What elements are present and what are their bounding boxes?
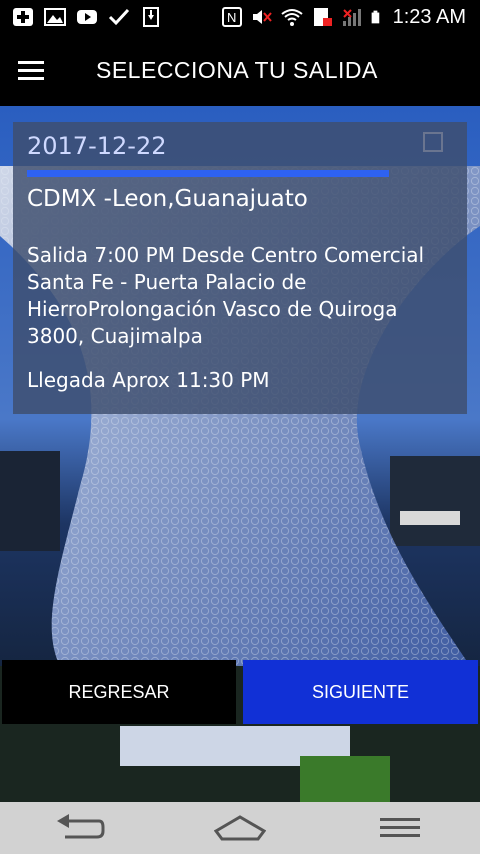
back-button[interactable]: REGRESAR	[2, 660, 236, 724]
svg-text:N: N	[227, 10, 236, 25]
page-title: SELECCIONA TU SALIDA	[96, 56, 378, 83]
signal-icon	[342, 9, 361, 26]
clock: 1:23 AM	[392, 5, 466, 28]
home-nav-button[interactable]	[210, 808, 270, 848]
select-checkbox[interactable]	[423, 132, 443, 152]
sim-icon	[313, 8, 332, 26]
route-label: CDMX -Leon,Guanajuato	[27, 186, 308, 212]
download-icon	[143, 7, 159, 27]
nfc-icon: N	[221, 7, 242, 27]
departure-card[interactable]: 2017-12-22 CDMX -Leon,Guanajuato Salida …	[13, 122, 467, 414]
add-icon	[13, 8, 33, 26]
image-icon	[44, 8, 66, 26]
departure-details: Salida 7:00 PM Desde Centro Comercial Sa…	[27, 243, 425, 348]
check-icon	[108, 8, 130, 26]
menu-nav-button[interactable]	[370, 808, 430, 848]
youtube-icon	[77, 10, 97, 24]
home-icon	[214, 815, 266, 841]
system-nav-bar	[0, 802, 480, 854]
card-divider	[27, 170, 389, 177]
back-arrow-icon	[57, 814, 105, 839]
wifi-icon	[280, 9, 303, 26]
menu-lines-icon	[380, 818, 420, 837]
app-bar: SELECCIONA TU SALIDA	[0, 34, 480, 106]
back-nav-button[interactable]	[50, 808, 110, 848]
battery-icon	[371, 10, 379, 24]
arrival-time: Llegada Aprox 11:30 PM	[27, 368, 270, 392]
departure-date: 2017-12-22	[27, 132, 167, 160]
status-bar: N 1:23 AM	[0, 0, 480, 34]
menu-icon[interactable]	[18, 50, 58, 90]
next-button[interactable]: SIGUIENTE	[243, 660, 478, 724]
mute-icon	[252, 10, 272, 24]
